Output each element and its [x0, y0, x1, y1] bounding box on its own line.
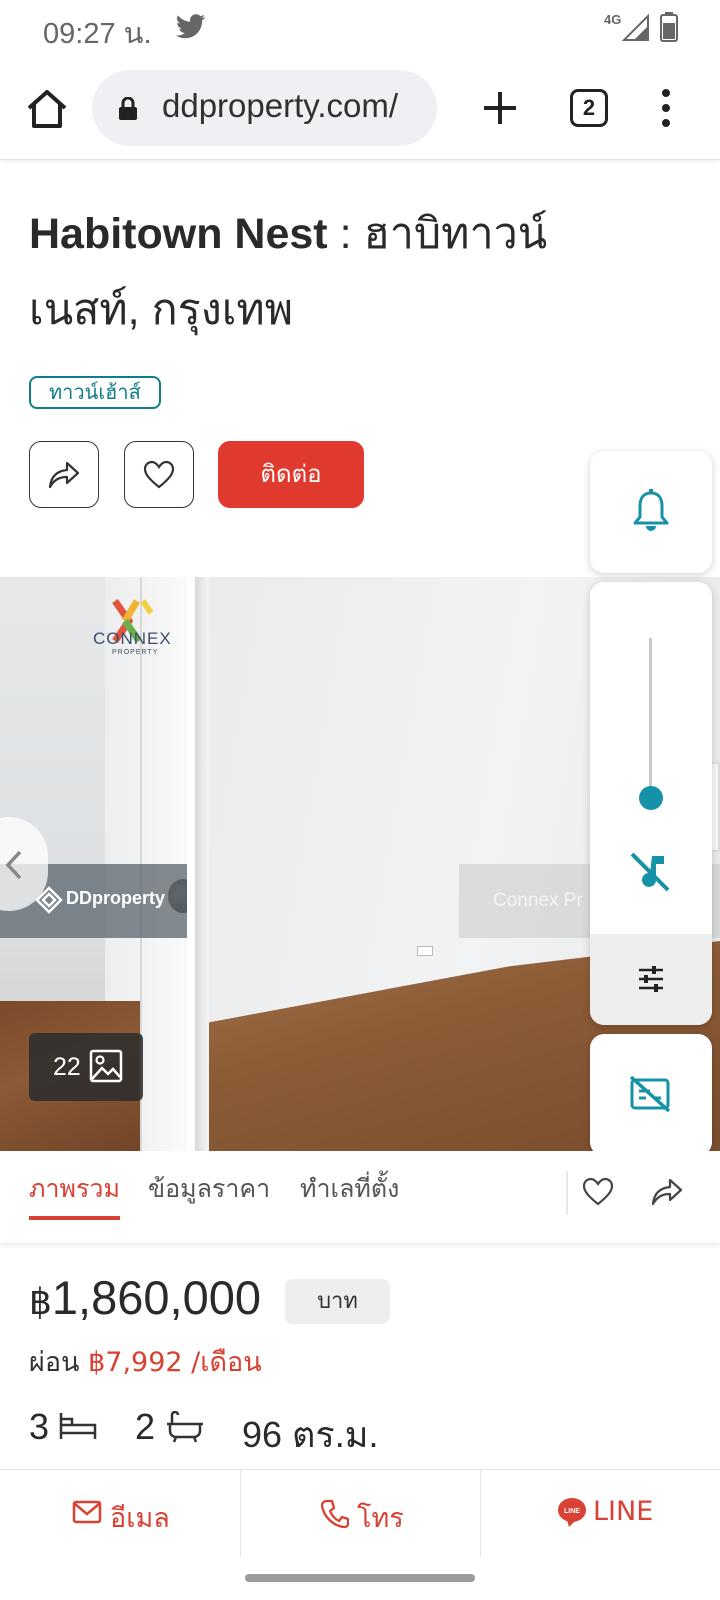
captions-panel[interactable] [590, 1034, 712, 1156]
mail-icon [72, 1500, 102, 1524]
price-unit: บาท [285, 1279, 390, 1324]
battery-icon [660, 12, 678, 46]
listing-title-sep: : [327, 210, 364, 258]
contact-button[interactable]: ติดต่อ [218, 441, 364, 508]
section-tabs: ภาพรวม ข้อมูลราคา ทำเลที่ตั้ง [0, 1151, 720, 1243]
tab-location[interactable]: ทำเลที่ตั้ง [300, 1169, 399, 1209]
browser-toolbar: ddproperty.com/ 2 [0, 56, 720, 160]
chevron-left-icon [5, 850, 22, 880]
currency-symbol: ฿ [29, 1281, 52, 1322]
status-bar: 09:27 น. 4G [0, 0, 720, 56]
ddproperty-watermark: DDproperty [66, 888, 166, 908]
favorite-button[interactable] [124, 441, 194, 508]
captions-off-icon [629, 1075, 671, 1113]
notification-panel[interactable] [590, 451, 712, 573]
address-bar[interactable]: ddproperty.com/ [92, 70, 437, 146]
home-icon[interactable] [24, 86, 70, 132]
floor-area: 96 ตร.ม. [242, 1414, 379, 1455]
status-time: 09:27 น. [43, 18, 152, 50]
tune-icon [639, 966, 663, 992]
email-button[interactable]: อีเมล [0, 1470, 240, 1557]
listing-title-en: Habitown Nest [29, 210, 328, 258]
bottom-action-bar: อีเมล โทร LINE LINE [0, 1469, 720, 1557]
bell-icon [633, 489, 669, 531]
bathtub-icon [167, 1411, 203, 1443]
tabs-divider [566, 1171, 568, 1215]
heart-icon [143, 460, 175, 488]
sound-settings-area[interactable] [590, 934, 712, 1025]
volume-slider-track[interactable] [649, 638, 652, 798]
svg-text:LINE: LINE [564, 1508, 580, 1515]
bed-icon [59, 1413, 97, 1439]
installment-amount: ฿7,992 /เดือน [88, 1347, 262, 1378]
bedroom-count: 3 [29, 1406, 50, 1447]
network-type: 4G [604, 12, 622, 27]
tab-overview[interactable]: ภาพรวม [29, 1169, 120, 1209]
listing-title: Habitown Nest : ฮาบิทาวน์ เนสท์, กรุงเทพ [29, 196, 669, 348]
overflow-menu-icon[interactable] [654, 86, 678, 130]
line-app-icon: LINE [558, 1498, 586, 1527]
url-text: ddproperty.com/ [162, 87, 398, 124]
gesture-nav-bar[interactable] [245, 1574, 475, 1582]
twitter-icon [175, 14, 206, 44]
volume-slider-thumb[interactable] [639, 786, 663, 810]
photo-count: 22 [53, 1053, 81, 1081]
installment-prefix: ผ่อน [29, 1347, 80, 1378]
listing-price: ฿1,860,000 [29, 1270, 261, 1325]
wall-outlet [417, 946, 433, 956]
call-label: โทร [357, 1503, 404, 1534]
connex-watermark: CONNEX [93, 629, 172, 648]
music-off-icon[interactable] [628, 850, 672, 894]
price-amount: 1,860,000 [51, 1271, 261, 1324]
tab-price-info[interactable]: ข้อมูลราคา [148, 1169, 270, 1209]
image-icon [89, 1049, 123, 1083]
gallery-photo[interactable]: CONNEX PROPERTY DDproperty 22 [0, 577, 187, 1151]
signal-icon [621, 13, 650, 46]
share-button[interactable] [29, 441, 99, 508]
line-button[interactable]: LINE LINE [481, 1470, 720, 1557]
email-label: อีเมล [110, 1503, 170, 1534]
volume-panel[interactable] [590, 582, 712, 1025]
share-icon [48, 461, 80, 488]
line-label: LINE [593, 1496, 654, 1527]
phone-icon [321, 1499, 349, 1528]
agent-watermark: Connex Pr [493, 890, 583, 911]
heart-icon[interactable] [582, 1177, 614, 1207]
bathroom-count: 2 [135, 1406, 156, 1447]
connex-watermark-sub: PROPERTY [112, 649, 159, 656]
lock-icon [118, 96, 138, 125]
share-icon[interactable] [650, 1177, 684, 1207]
call-button[interactable]: โทร [241, 1470, 480, 1557]
tab-switcher-button[interactable]: 2 [570, 89, 608, 127]
active-tab-indicator [29, 1216, 120, 1220]
installment-info: ผ่อน ฿7,992 /เดือน [29, 1340, 262, 1383]
property-type-tag[interactable]: ทาวน์เฮ้าส์ [29, 376, 161, 409]
new-tab-icon[interactable] [478, 86, 522, 130]
photo-count-badge[interactable]: 22 [29, 1033, 143, 1101]
